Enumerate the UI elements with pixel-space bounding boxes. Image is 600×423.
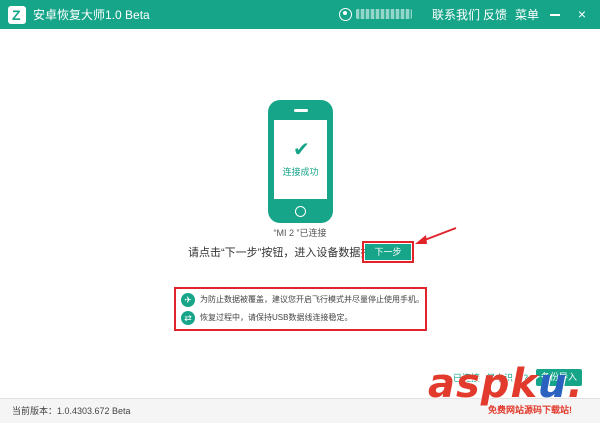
connection-status: 连接成功 [282, 167, 319, 177]
watermark-subtitle: 免费网站源码下载站! [488, 405, 572, 415]
phone-screen: ✔ 连接成功 [274, 120, 327, 199]
menu-link[interactable]: 菜单 [515, 8, 539, 22]
minimize-icon [550, 14, 560, 16]
user-name-blurred [356, 9, 412, 19]
notes-box: ✈ 为防止数据被覆盖，建议您开启飞行模式并尽量停止使用手机。 ⇄ 恢复过程中，请… [174, 287, 427, 331]
app-title: 安卓恢复大师1.0 Beta [33, 8, 150, 22]
title-bar: Z 安卓恢复大师1.0 Beta 联系我们 反馈 菜单 × [0, 0, 600, 29]
usb-icon: ⇄ [181, 311, 195, 325]
phone-speaker [294, 109, 308, 112]
close-icon: × [577, 6, 587, 22]
red-arrow-icon [415, 227, 457, 244]
note-text: 恢复过程中，请保持USB数据线连接稳定。 [200, 313, 353, 322]
airplane-icon: ✈ [181, 293, 195, 307]
user-icon[interactable] [339, 8, 352, 21]
app-logo: Z [8, 6, 26, 24]
next-step-button[interactable]: 下一步 [365, 244, 411, 260]
close-button[interactable]: × [573, 5, 591, 23]
instruction-text: 请点击“下一步”按钮，进入设备数据扫描 [188, 247, 383, 259]
watermark-text: aspku. [428, 361, 584, 407]
next-button-highlight: 下一步 [362, 241, 414, 263]
note-text: 为防止数据被覆盖，建议您开启飞行模式并尽量停止使用手机。 [200, 295, 424, 304]
version-text: 当前版本：1.0.4303.672 Beta [12, 406, 131, 416]
minimize-button[interactable] [546, 5, 564, 23]
device-connected-label: “MI 2 ”已连接 [273, 228, 327, 238]
phone-home-button [295, 206, 306, 217]
phone-illustration: ✔ 连接成功 [268, 100, 333, 223]
feedback-link[interactable]: 反馈 [483, 8, 507, 22]
checkmark-icon: ✔ [293, 139, 310, 161]
watermark-logo: aspku. 免费网站源码下载站! [428, 362, 598, 420]
contact-us-link[interactable]: 联系我们 [432, 8, 480, 22]
